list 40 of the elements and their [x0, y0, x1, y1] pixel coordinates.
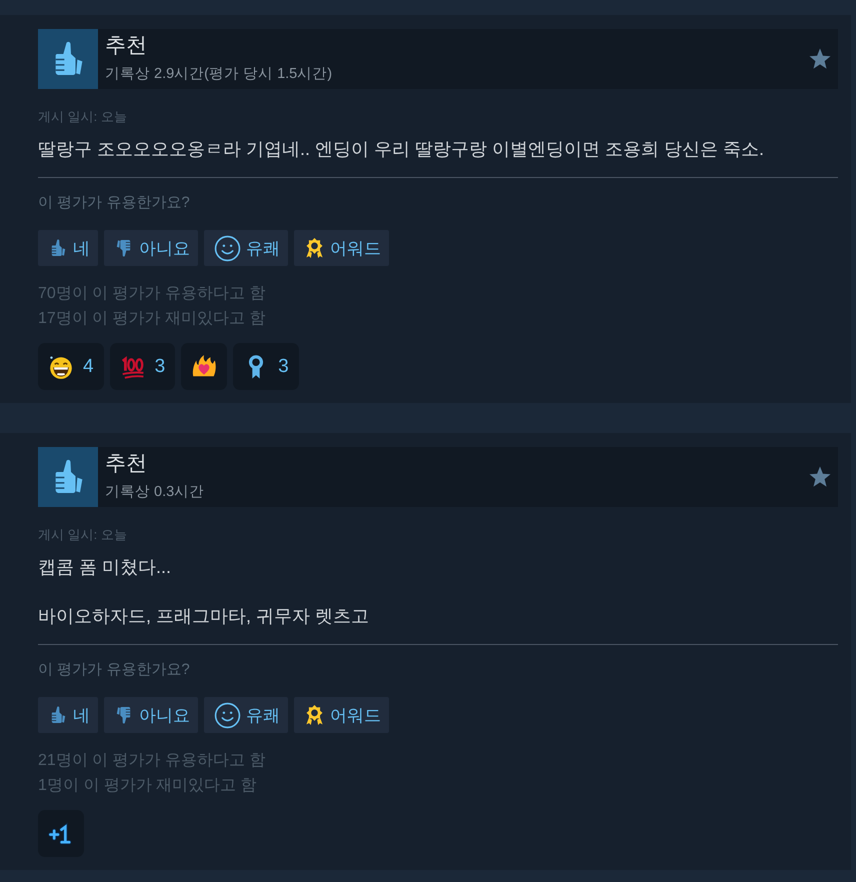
vote-tally-text: 1명이 이 평가가 재미있다고 함 — [38, 776, 258, 796]
smiley-icon — [214, 702, 241, 728]
award-button[interactable]: 어워드 — [294, 230, 389, 266]
verdict-title: 추천 — [105, 33, 147, 59]
hundred-points-icon — [120, 354, 146, 380]
reaction-count: 3 — [278, 356, 289, 378]
award-medal-icon — [304, 237, 325, 259]
reaction-badge[interactable] — [38, 810, 84, 857]
reaction-badge[interactable]: 4 — [38, 343, 104, 390]
playtime-text: 기록상 2.9시간(평가 당시 1.5시간) — [105, 65, 332, 83]
laughing-face-icon — [48, 354, 74, 380]
plus-one-icon — [48, 820, 74, 846]
review-text: 딸랑구 조오오오오옹ㄹ라 기엽네.. 엔딩이 우리 딸랑구랑 이별엔딩이면 조용희 당신은 죽소. — [38, 138, 766, 161]
funny-button[interactable]: 유쾌 — [204, 230, 288, 266]
smiley-icon — [214, 234, 241, 262]
reaction-count: 3 — [154, 356, 166, 378]
vote-tally-text: 21명이 이 평가가 유용하다고 함 — [38, 751, 267, 771]
vote-tally-text: 70명이 이 평가가 유용하다고 함 — [38, 284, 267, 304]
reaction-badge[interactable]: 3 — [110, 343, 176, 390]
reaction-count: 4 — [83, 356, 94, 378]
vote-tally-text: 17명이 이 평가가 재미있다고 함 — [38, 309, 267, 329]
helpful-question: 이 평가가 유용한가요? — [38, 660, 191, 680]
review-text: 바이오하자드, 프래그마타, 귀무자 렛츠고 — [38, 605, 370, 628]
award-button[interactable]: 어워드 — [294, 697, 389, 733]
no-button[interactable]: 아니요 — [104, 230, 198, 266]
reaction-badge[interactable] — [181, 343, 228, 390]
star-icon — [808, 47, 832, 71]
playtime-text: 기록상 0.3시간 — [105, 483, 204, 501]
helpful-question: 이 평가가 유용한가요? — [38, 193, 191, 213]
verdict-title: 추천 — [105, 451, 147, 477]
posted-date: 게시 일시: 오늘 — [38, 109, 128, 125]
star-icon — [808, 465, 832, 489]
reaction-badge[interactable]: 3 — [233, 343, 299, 390]
yes-button[interactable]: 네 — [38, 230, 98, 266]
award-medal-icon — [304, 704, 325, 726]
funny-button[interactable]: 유쾌 — [204, 697, 288, 733]
yes-button[interactable]: 네 — [38, 697, 98, 733]
review-text: 캡콤 폼 미쳤다... — [38, 556, 172, 579]
posted-date: 게시 일시: 오늘 — [38, 527, 128, 543]
no-button[interactable]: 아니요 — [104, 697, 198, 733]
